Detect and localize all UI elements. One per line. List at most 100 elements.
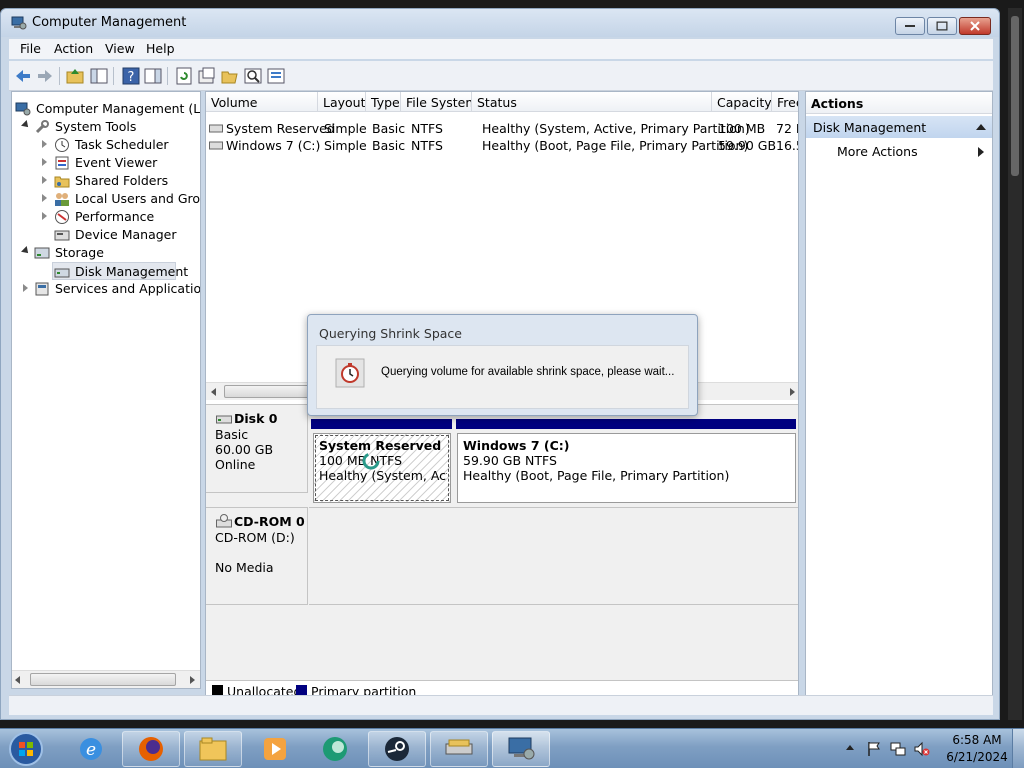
disk-type: Basic: [215, 427, 249, 442]
action-center-flag-icon[interactable]: [866, 741, 882, 757]
scroll-right-icon[interactable]: [188, 675, 196, 685]
scroll-right-icon[interactable]: [788, 387, 796, 397]
help-icon[interactable]: ?: [121, 66, 141, 86]
table-row[interactable]: System Reserved Simple Basic NTFS Health…: [206, 120, 798, 137]
column-free[interactable]: Free: [772, 92, 798, 112]
disk-name: Disk 0: [234, 411, 278, 426]
tree-item-system-tools[interactable]: System Tools: [12, 118, 200, 136]
toolbar-separator: [59, 67, 60, 85]
menu-help[interactable]: Help: [146, 41, 175, 56]
volume-list-header: Volume Layout Type File System Status Ca…: [206, 92, 798, 112]
collapsed-arrow-icon[interactable]: [42, 158, 47, 166]
performance-icon: [55, 210, 69, 224]
tree-label: Services and Applications: [55, 281, 201, 296]
cd-media-state: No Media: [215, 560, 274, 575]
tree-item-services-applications[interactable]: Services and Applications: [12, 280, 200, 298]
disk-name: CD-ROM 0: [234, 514, 305, 529]
up-folder-icon[interactable]: [65, 66, 85, 86]
cd-rom-empty-area: [309, 507, 798, 605]
show-desktop-button[interactable]: [1012, 729, 1024, 768]
column-volume[interactable]: Volume: [206, 92, 318, 112]
clock-icon: [55, 138, 69, 152]
taskbar-media-player[interactable]: [246, 731, 304, 767]
actions-section-disk-management[interactable]: Disk Management: [806, 116, 992, 138]
menu-file[interactable]: File: [20, 41, 41, 56]
more-actions-item[interactable]: More Actions: [806, 142, 992, 162]
taskbar-windows-explorer[interactable]: [184, 731, 242, 767]
tree-item-event-viewer[interactable]: Event Viewer: [12, 154, 200, 172]
partition-size: 59.90 GB NTFS: [463, 453, 557, 468]
column-capacity[interactable]: Capacity: [712, 92, 772, 112]
menu-view[interactable]: View: [105, 41, 135, 56]
cd-rom-0-label[interactable]: CD-ROM 0 CD-ROM (D:) No Media: [206, 507, 308, 605]
collapsed-arrow-icon[interactable]: [42, 140, 47, 148]
scroll-left-icon[interactable]: [14, 675, 22, 685]
toolbar-separator: [167, 67, 168, 85]
actions-title: Actions: [811, 96, 864, 111]
table-row[interactable]: Windows 7 (C:) Simple Basic NTFS Healthy…: [206, 137, 798, 154]
collapse-up-icon[interactable]: [976, 124, 986, 130]
tree-item-device-manager[interactable]: Device Manager: [12, 226, 200, 244]
partition-windows-7[interactable]: Windows 7 (C:) 59.90 GB NTFS Healthy (Bo…: [457, 433, 796, 503]
volume-muted-icon[interactable]: [914, 741, 930, 757]
column-type[interactable]: Type: [366, 92, 401, 112]
cell-layout: Simple: [324, 138, 367, 153]
partition-status: Healthy (Boot, Page File, Primary Partit…: [463, 468, 730, 483]
show-hide-tree-icon[interactable]: [89, 66, 109, 86]
column-status[interactable]: Status: [472, 92, 712, 112]
close-icon: [970, 21, 980, 31]
maximize-button[interactable]: [927, 17, 957, 35]
scroll-thumb[interactable]: [1011, 16, 1019, 176]
tree-label: Task Scheduler: [75, 137, 169, 152]
taskbar-app-green[interactable]: [306, 731, 364, 767]
tree-item-performance[interactable]: Performance: [12, 208, 200, 226]
collapsed-arrow-icon[interactable]: [42, 212, 47, 220]
refresh-icon[interactable]: [174, 66, 194, 86]
taskbar-firefox[interactable]: [122, 731, 180, 767]
collapsed-arrow-icon[interactable]: [42, 176, 47, 184]
tree-item-disk-management[interactable]: Disk Management: [52, 262, 188, 280]
close-button[interactable]: [959, 17, 991, 35]
collapsed-arrow-icon[interactable]: [23, 284, 28, 292]
expanded-arrow-icon[interactable]: [21, 120, 31, 130]
tree-horizontal-scrollbar[interactable]: [12, 670, 200, 688]
partition-size: 100 MB NTFS: [319, 453, 403, 468]
tree-item-local-users-groups[interactable]: Local Users and Groups: [12, 190, 200, 208]
tree-item-shared-folders[interactable]: Shared Folders: [12, 172, 200, 190]
minimize-button[interactable]: [895, 17, 925, 35]
back-arrow-icon[interactable]: [13, 66, 33, 86]
computer-management-icon: [11, 16, 27, 30]
taskbar-internet-explorer[interactable]: e: [62, 731, 120, 767]
start-button-icon[interactable]: [6, 731, 46, 767]
taskbar-steam[interactable]: [368, 731, 426, 767]
clock-date[interactable]: 6/21/2024: [944, 750, 1010, 764]
column-file-system[interactable]: File System: [401, 92, 472, 112]
open-folder-icon[interactable]: [220, 66, 240, 86]
collapsed-arrow-icon[interactable]: [42, 194, 47, 202]
column-layout[interactable]: Layout: [318, 92, 366, 112]
network-icon[interactable]: [890, 741, 906, 757]
menu-action[interactable]: Action: [54, 41, 93, 56]
show-hidden-icons-icon[interactable]: [846, 744, 854, 752]
partition-status: Healthy (System, Active,: [319, 468, 447, 483]
taskbar-computer-management[interactable]: [492, 731, 550, 767]
title-bar[interactable]: Computer Management: [1, 9, 999, 37]
properties-icon[interactable]: [197, 66, 217, 86]
search-icon[interactable]: [243, 66, 263, 86]
clock-time[interactable]: 6:58 AM: [944, 733, 1010, 747]
actions-pane: Actions Disk Management More Actions: [805, 91, 993, 699]
export-list-icon[interactable]: [266, 66, 286, 86]
partition-system-reserved[interactable]: System Reserved 100 MB NTFS Healthy (Sys…: [313, 433, 451, 503]
expanded-arrow-icon[interactable]: [21, 246, 31, 256]
cell-volume: System Reserved: [226, 121, 335, 136]
tree-item-computer-management[interactable]: Computer Management (Local: [12, 100, 200, 118]
tree-item-task-scheduler[interactable]: Task Scheduler: [12, 136, 200, 154]
tree-item-storage[interactable]: Storage: [12, 244, 200, 262]
disk-0-label[interactable]: Disk 0 Basic 60.00 GB Online: [206, 405, 308, 493]
taskbar-disk-tool[interactable]: [430, 731, 488, 767]
scroll-left-icon[interactable]: [210, 387, 218, 397]
forward-arrow-icon[interactable]: [35, 66, 55, 86]
tree-label: Shared Folders: [75, 173, 169, 188]
show-hide-action-pane-icon[interactable]: [143, 66, 163, 86]
scroll-thumb[interactable]: [30, 673, 176, 686]
